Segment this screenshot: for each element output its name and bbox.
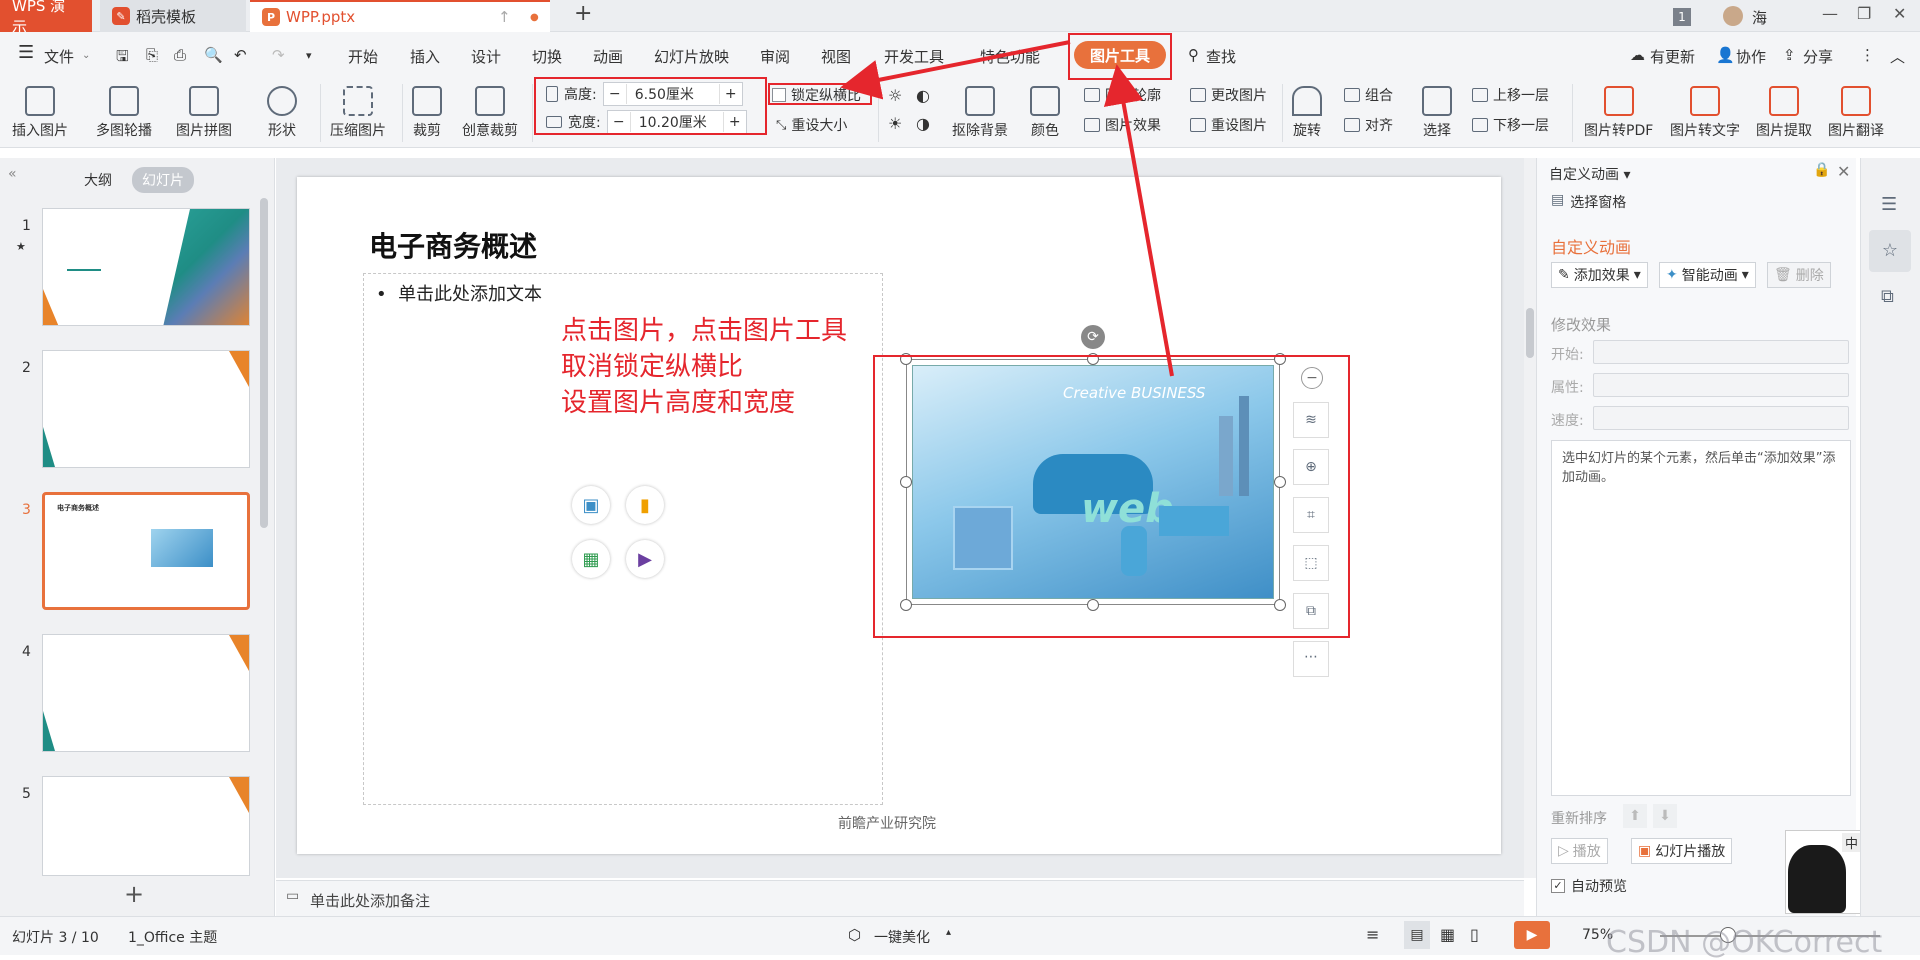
annotation-arrows xyxy=(840,40,1174,377)
